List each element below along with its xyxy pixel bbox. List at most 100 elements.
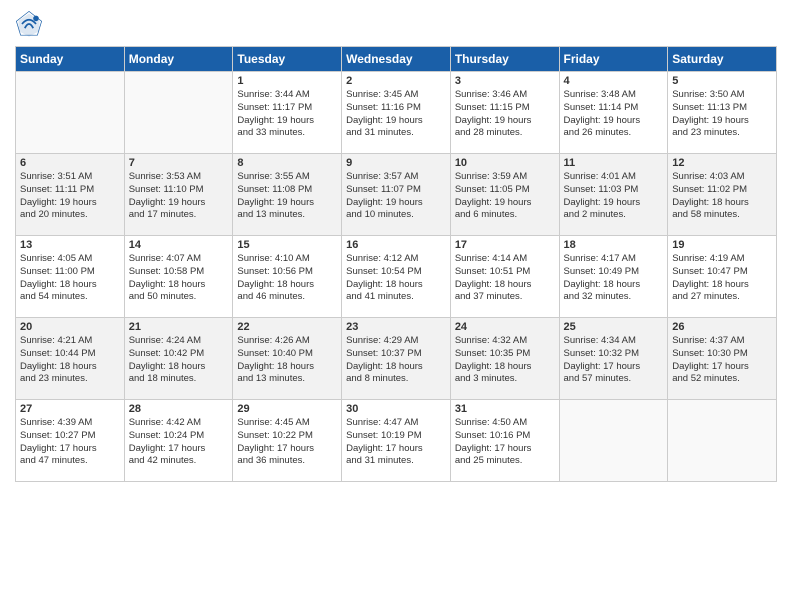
calendar-week-5: 27 Sunrise: 4:39 AM Sunset: 10:27 PM Dayl… [16, 400, 777, 482]
day-number: 3 [455, 75, 555, 87]
day-number: 19 [672, 239, 772, 251]
calendar-cell: 25 Sunrise: 4:34 AM Sunset: 10:32 PM Dayl… [559, 318, 668, 400]
page: SundayMondayTuesdayWednesdayThursdayFrid… [0, 0, 792, 612]
day-number: 11 [564, 157, 664, 169]
day-info: Sunrise: 4:19 AM Sunset: 10:47 PM Daylig… [672, 253, 772, 304]
calendar-cell: 1Sunrise: 3:44 AM Sunset: 11:17 PM Dayli… [233, 72, 342, 154]
calendar-cell: 31 Sunrise: 4:50 AM Sunset: 10:16 PM Dayl… [450, 400, 559, 482]
calendar-cell: 22 Sunrise: 4:26 AM Sunset: 10:40 PM Dayl… [233, 318, 342, 400]
calendar-cell: 5 Sunrise: 3:50 AM Sunset: 11:13 PM Dayli… [668, 72, 777, 154]
calendar-cell: 11 Sunrise: 4:01 AM Sunset: 11:03 PM Dayl… [559, 154, 668, 236]
day-info: Sunrise: 4:45 AM Sunset: 10:22 PM Daylig… [237, 417, 337, 468]
day-number: 2 [346, 75, 446, 87]
day-info: Sunrise: 3:50 AM Sunset: 11:13 PM Daylig… [672, 89, 772, 140]
calendar-cell: 16 Sunrise: 4:12 AM Sunset: 10:54 PM Dayl… [342, 236, 451, 318]
col-header-wednesday: Wednesday [342, 47, 451, 72]
calendar-cell: 27 Sunrise: 4:39 AM Sunset: 10:27 PM Dayl… [16, 400, 125, 482]
calendar-cell: 15 Sunrise: 4:10 AM Sunset: 10:56 PM Dayl… [233, 236, 342, 318]
calendar-cell: 7 Sunrise: 3:53 AM Sunset: 11:10 PM Dayli… [124, 154, 233, 236]
day-info: Sunrise: 4:50 AM Sunset: 10:16 PM Daylig… [455, 417, 555, 468]
calendar-cell: 6 Sunrise: 3:51 AM Sunset: 11:11 PM Dayli… [16, 154, 125, 236]
day-number: 16 [346, 239, 446, 251]
day-number: 17 [455, 239, 555, 251]
calendar-week-3: 13 Sunrise: 4:05 AM Sunset: 11:00 PM Dayl… [16, 236, 777, 318]
day-number: 27 [20, 403, 120, 415]
day-number: 14 [129, 239, 229, 251]
day-number: 22 [237, 321, 337, 333]
day-number: 24 [455, 321, 555, 333]
day-info: Sunrise: 4:17 AM Sunset: 10:49 PM Daylig… [564, 253, 664, 304]
day-info: Sunrise: 4:47 AM Sunset: 10:19 PM Daylig… [346, 417, 446, 468]
calendar-cell: 12 Sunrise: 4:03 AM Sunset: 11:02 PM Dayl… [668, 154, 777, 236]
day-number: 6 [20, 157, 120, 169]
day-info: Sunrise: 3:48 AM Sunset: 11:14 PM Daylig… [564, 89, 664, 140]
day-number: 1 [237, 75, 337, 87]
calendar-cell: 10 Sunrise: 3:59 AM Sunset: 11:05 PM Dayl… [450, 154, 559, 236]
day-info: Sunrise: 4:24 AM Sunset: 10:42 PM Daylig… [129, 335, 229, 386]
day-info: Sunrise: 4:01 AM Sunset: 11:03 PM Daylig… [564, 171, 664, 222]
calendar-cell: 21 Sunrise: 4:24 AM Sunset: 10:42 PM Dayl… [124, 318, 233, 400]
calendar-cell: 23 Sunrise: 4:29 AM Sunset: 10:37 PM Dayl… [342, 318, 451, 400]
day-info: Sunrise: 4:12 AM Sunset: 10:54 PM Daylig… [346, 253, 446, 304]
day-info: Sunrise: 4:42 AM Sunset: 10:24 PM Daylig… [129, 417, 229, 468]
calendar-cell: 29 Sunrise: 4:45 AM Sunset: 10:22 PM Dayl… [233, 400, 342, 482]
day-info: Sunrise: 3:55 AM Sunset: 11:08 PM Daylig… [237, 171, 337, 222]
day-number: 7 [129, 157, 229, 169]
day-number: 12 [672, 157, 772, 169]
day-info: Sunrise: 4:05 AM Sunset: 11:00 PM Daylig… [20, 253, 120, 304]
day-number: 13 [20, 239, 120, 251]
day-info: Sunrise: 4:32 AM Sunset: 10:35 PM Daylig… [455, 335, 555, 386]
logo [15, 10, 47, 38]
calendar-week-4: 20Sunrise: 4:21 AM Sunset: 10:44 PM Dayl… [16, 318, 777, 400]
day-info: Sunrise: 3:53 AM Sunset: 11:10 PM Daylig… [129, 171, 229, 222]
calendar-cell [124, 72, 233, 154]
day-number: 28 [129, 403, 229, 415]
day-info: Sunrise: 3:45 AM Sunset: 11:16 PM Daylig… [346, 89, 446, 140]
day-info: Sunrise: 4:26 AM Sunset: 10:40 PM Daylig… [237, 335, 337, 386]
calendar-cell: 26 Sunrise: 4:37 AM Sunset: 10:30 PM Dayl… [668, 318, 777, 400]
day-number: 29 [237, 403, 337, 415]
day-number: 8 [237, 157, 337, 169]
day-info: Sunrise: 4:29 AM Sunset: 10:37 PM Daylig… [346, 335, 446, 386]
day-info: Sunrise: 4:10 AM Sunset: 10:56 PM Daylig… [237, 253, 337, 304]
day-info: Sunrise: 4:39 AM Sunset: 10:27 PM Daylig… [20, 417, 120, 468]
day-number: 18 [564, 239, 664, 251]
logo-icon [15, 10, 43, 38]
day-number: 4 [564, 75, 664, 87]
col-header-tuesday: Tuesday [233, 47, 342, 72]
day-number: 26 [672, 321, 772, 333]
calendar-week-2: 6 Sunrise: 3:51 AM Sunset: 11:11 PM Dayli… [16, 154, 777, 236]
day-info: Sunrise: 4:03 AM Sunset: 11:02 PM Daylig… [672, 171, 772, 222]
calendar-cell: 9Sunrise: 3:57 AM Sunset: 11:07 PM Dayli… [342, 154, 451, 236]
col-header-friday: Friday [559, 47, 668, 72]
day-number: 23 [346, 321, 446, 333]
day-info: Sunrise: 4:34 AM Sunset: 10:32 PM Daylig… [564, 335, 664, 386]
calendar-cell: 24 Sunrise: 4:32 AM Sunset: 10:35 PM Dayl… [450, 318, 559, 400]
calendar-cell: 2 Sunrise: 3:45 AM Sunset: 11:16 PM Dayli… [342, 72, 451, 154]
day-number: 25 [564, 321, 664, 333]
calendar-cell: 19 Sunrise: 4:19 AM Sunset: 10:47 PM Dayl… [668, 236, 777, 318]
day-number: 10 [455, 157, 555, 169]
calendar-cell: 14 Sunrise: 4:07 AM Sunset: 10:58 PM Dayl… [124, 236, 233, 318]
day-info: Sunrise: 4:37 AM Sunset: 10:30 PM Daylig… [672, 335, 772, 386]
calendar-cell: 8 Sunrise: 3:55 AM Sunset: 11:08 PM Dayli… [233, 154, 342, 236]
calendar-cell: 17 Sunrise: 4:14 AM Sunset: 10:51 PM Dayl… [450, 236, 559, 318]
day-number: 20 [20, 321, 120, 333]
col-header-thursday: Thursday [450, 47, 559, 72]
header [15, 10, 777, 38]
calendar-cell: 3Sunrise: 3:46 AM Sunset: 11:15 PM Dayli… [450, 72, 559, 154]
day-info: Sunrise: 4:07 AM Sunset: 10:58 PM Daylig… [129, 253, 229, 304]
day-number: 15 [237, 239, 337, 251]
day-info: Sunrise: 3:51 AM Sunset: 11:11 PM Daylig… [20, 171, 120, 222]
day-info: Sunrise: 3:57 AM Sunset: 11:07 PM Daylig… [346, 171, 446, 222]
calendar-cell: 13 Sunrise: 4:05 AM Sunset: 11:00 PM Dayl… [16, 236, 125, 318]
day-info: Sunrise: 3:59 AM Sunset: 11:05 PM Daylig… [455, 171, 555, 222]
day-number: 31 [455, 403, 555, 415]
calendar-cell [559, 400, 668, 482]
day-number: 5 [672, 75, 772, 87]
calendar-cell [16, 72, 125, 154]
day-info: Sunrise: 4:14 AM Sunset: 10:51 PM Daylig… [455, 253, 555, 304]
day-number: 21 [129, 321, 229, 333]
calendar-header-row: SundayMondayTuesdayWednesdayThursdayFrid… [16, 47, 777, 72]
calendar-table: SundayMondayTuesdayWednesdayThursdayFrid… [15, 46, 777, 482]
